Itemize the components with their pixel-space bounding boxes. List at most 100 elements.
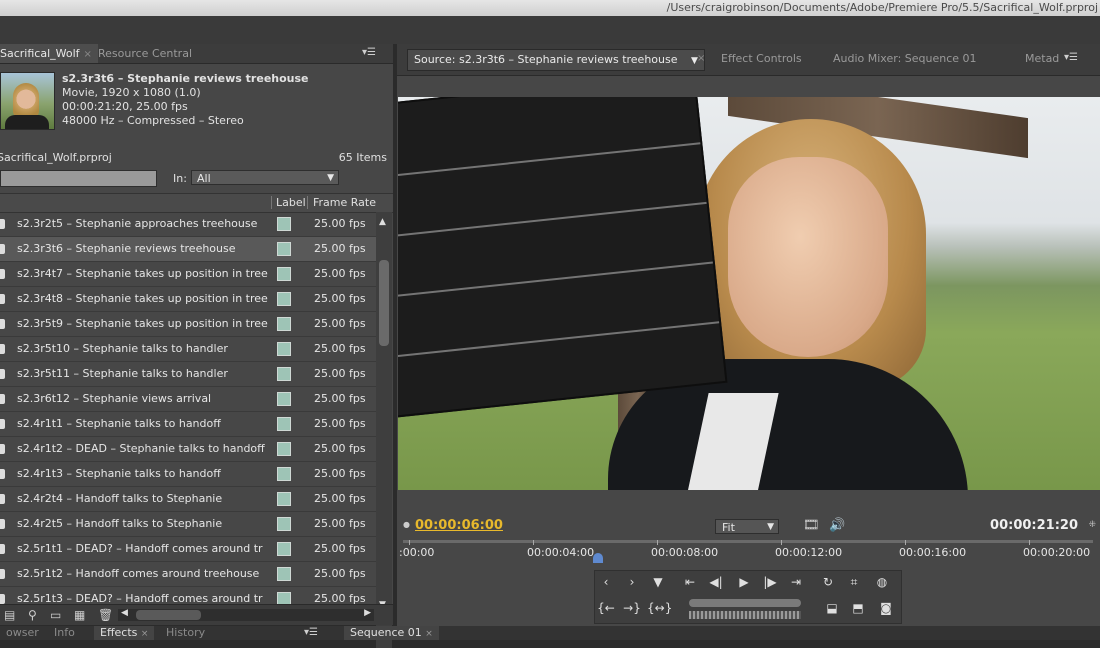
tab-history[interactable]: History bbox=[160, 626, 211, 640]
new-bin-icon[interactable]: ▭ bbox=[50, 608, 61, 622]
label-swatch[interactable] bbox=[277, 267, 291, 281]
column-divider[interactable] bbox=[307, 196, 308, 209]
label-swatch[interactable] bbox=[277, 367, 291, 381]
insert-icon[interactable]: ⬓ bbox=[821, 599, 843, 617]
label-swatch[interactable] bbox=[277, 492, 291, 506]
column-divider[interactable] bbox=[271, 196, 272, 209]
step-forward-icon[interactable]: |▶ bbox=[759, 573, 781, 591]
go-to-out-icon[interactable]: ⇥ bbox=[785, 573, 807, 591]
play-icon[interactable]: ▶ bbox=[733, 573, 755, 591]
label-swatch[interactable] bbox=[277, 217, 291, 231]
list-item[interactable]: s2.3r5t10 – Stephanie talks to handler 25… bbox=[0, 337, 376, 362]
clear-in-out-icon[interactable]: {↔} bbox=[647, 599, 672, 617]
audio-drag-icon[interactable]: 🔊 bbox=[829, 518, 845, 533]
tab-effects[interactable]: Effects × bbox=[94, 626, 155, 640]
search-icon[interactable]: ⚲ bbox=[28, 608, 37, 622]
play-in-to-out-icon[interactable]: {← bbox=[595, 599, 617, 617]
list-item[interactable]: s2.4r1t3 – Stephanie talks to handoff 25.… bbox=[0, 462, 376, 487]
film-drag-icon[interactable]: 🎞 bbox=[803, 518, 820, 533]
list-item[interactable]: s2.3r3t6 – Stephanie reviews treehouse 25… bbox=[0, 237, 376, 262]
column-frame-rate[interactable]: Frame Rate bbox=[313, 196, 376, 209]
list-item[interactable]: s2.3r5t9 – Stephanie takes up position i… bbox=[0, 312, 376, 337]
panel-menu-icon[interactable]: ▾☰ bbox=[1064, 52, 1078, 64]
export-frame-icon[interactable]: ◙ bbox=[875, 599, 897, 617]
tab-media-browser[interactable]: owser bbox=[0, 626, 45, 640]
jog-slider[interactable] bbox=[689, 599, 801, 607]
tab-resource-central[interactable]: Resource Central bbox=[92, 44, 198, 63]
new-item-icon[interactable]: ▦ bbox=[74, 608, 85, 622]
item-name: s2.3r5t10 – Stephanie talks to handler bbox=[17, 342, 228, 355]
tab-sequence-01[interactable]: Sequence 01 × bbox=[344, 626, 439, 640]
horizontal-scrollbar[interactable]: ◀ ▶ bbox=[118, 608, 374, 621]
list-item[interactable]: s2.3r4t8 – Stephanie takes up position i… bbox=[0, 287, 376, 312]
step-back-icon[interactable]: ◀| bbox=[705, 573, 727, 591]
zoom-dropdown[interactable]: Fit ▼ bbox=[715, 519, 779, 534]
in-dropdown[interactable]: All ▼ bbox=[191, 170, 339, 185]
list-item[interactable]: s2.3r6t12 – Stephanie views arrival 25.00… bbox=[0, 387, 376, 412]
label-swatch[interactable] bbox=[277, 342, 291, 356]
list-item[interactable]: s2.5r1t1 – DEAD? – Handoff comes around … bbox=[0, 537, 376, 562]
label-swatch[interactable] bbox=[277, 542, 291, 556]
list-item[interactable]: s2.4r1t1 – Stephanie talks to handoff 25.… bbox=[0, 412, 376, 437]
label-swatch[interactable] bbox=[277, 392, 291, 406]
column-label[interactable]: Label bbox=[276, 196, 306, 209]
output-icon[interactable]: ◍ bbox=[871, 573, 893, 591]
shuttle-slider[interactable] bbox=[689, 611, 801, 619]
close-icon[interactable]: × bbox=[425, 629, 433, 639]
tab-effect-controls[interactable]: Effect Controls bbox=[715, 49, 808, 69]
item-name: s2.3r4t7 – Stephanie takes up position i… bbox=[17, 267, 268, 280]
tab-audio-mixer[interactable]: Audio Mixer: Sequence 01 bbox=[827, 49, 983, 69]
mark-out-icon[interactable]: › bbox=[621, 573, 643, 591]
tab-project[interactable]: Sacrifical_Wolf × bbox=[0, 44, 98, 63]
list-item[interactable]: s2.5r1t2 – Handoff comes around treehous… bbox=[0, 562, 376, 587]
settings-icon[interactable]: ⁜ bbox=[1088, 520, 1096, 530]
video-preview[interactable] bbox=[398, 97, 1100, 490]
current-timecode[interactable]: 00:00:06:00 bbox=[415, 518, 503, 533]
close-icon[interactable]: × bbox=[84, 49, 92, 60]
label-swatch[interactable] bbox=[277, 442, 291, 456]
list-item[interactable]: s2.3r2t5 – Stephanie approaches treehous… bbox=[0, 212, 376, 237]
add-marker-icon[interactable]: ▼ bbox=[647, 573, 669, 591]
tab-metadata[interactable]: Metad bbox=[1019, 49, 1065, 69]
list-item[interactable]: s2.3r4t7 – Stephanie takes up position i… bbox=[0, 262, 376, 287]
label-swatch[interactable] bbox=[277, 242, 291, 256]
list-view-icon[interactable]: ▤ bbox=[4, 608, 15, 622]
go-to-in-icon[interactable]: ⇤ bbox=[679, 573, 701, 591]
close-icon[interactable]: × bbox=[697, 53, 705, 64]
list-item[interactable]: s2.4r2t5 – Handoff talks to Stephanie 25.… bbox=[0, 512, 376, 537]
tab-source[interactable]: Source: s2.3r3t6 – Stephanie reviews tre… bbox=[407, 49, 705, 71]
list-item[interactable]: s2.4r1t2 – DEAD – Stephanie talks to han… bbox=[0, 437, 376, 462]
scroll-thumb[interactable] bbox=[379, 260, 389, 346]
safe-margins-icon[interactable]: ⌗ bbox=[843, 573, 865, 591]
scroll-left-icon[interactable]: ◀ bbox=[121, 608, 128, 618]
play-around-icon[interactable]: →} bbox=[621, 599, 643, 617]
scroll-thumb[interactable] bbox=[136, 610, 201, 620]
scroll-right-icon[interactable]: ▶ bbox=[364, 608, 371, 618]
time-ruler[interactable]: :00:00 00:00:04:00 00:00:08:00 00:00:12:00 0… bbox=[399, 540, 1093, 567]
mark-in-icon[interactable]: ‹ bbox=[595, 573, 617, 591]
list-item[interactable]: s2.4r2t4 – Handoff talks to Stephanie 25.… bbox=[0, 487, 376, 512]
close-icon[interactable]: × bbox=[141, 629, 149, 639]
label-swatch[interactable] bbox=[277, 517, 291, 531]
item-list: s2.3r2t5 – Stephanie approaches treehous… bbox=[0, 212, 376, 612]
item-frame-rate: 25.00 fps bbox=[314, 217, 366, 230]
label-swatch[interactable] bbox=[277, 317, 291, 331]
panel-menu-icon[interactable]: ▾☰ bbox=[304, 627, 318, 639]
overlay-icon[interactable]: ⬒ bbox=[847, 599, 869, 617]
tab-resource-label: Resource Central bbox=[98, 47, 192, 60]
tab-info[interactable]: Info bbox=[48, 626, 81, 640]
label-swatch[interactable] bbox=[277, 417, 291, 431]
monitor-tabbar: Source: s2.3r3t6 – Stephanie reviews tre… bbox=[397, 44, 1100, 76]
loop-icon[interactable]: ↻ bbox=[817, 573, 839, 591]
vertical-scrollbar[interactable]: ▲ ▼ bbox=[376, 212, 392, 648]
clip-icon bbox=[0, 294, 5, 304]
label-swatch[interactable] bbox=[277, 567, 291, 581]
label-swatch[interactable] bbox=[277, 467, 291, 481]
label-swatch[interactable] bbox=[277, 292, 291, 306]
panel-menu-icon[interactable]: ▾☰ bbox=[362, 47, 376, 59]
list-item[interactable]: s2.3r5t11 – Stephanie talks to handler 25… bbox=[0, 362, 376, 387]
search-input[interactable] bbox=[0, 170, 157, 187]
playhead[interactable] bbox=[593, 553, 604, 563]
scroll-up-icon[interactable]: ▲ bbox=[379, 217, 386, 227]
trash-icon[interactable]: 🗑 bbox=[98, 608, 113, 622]
